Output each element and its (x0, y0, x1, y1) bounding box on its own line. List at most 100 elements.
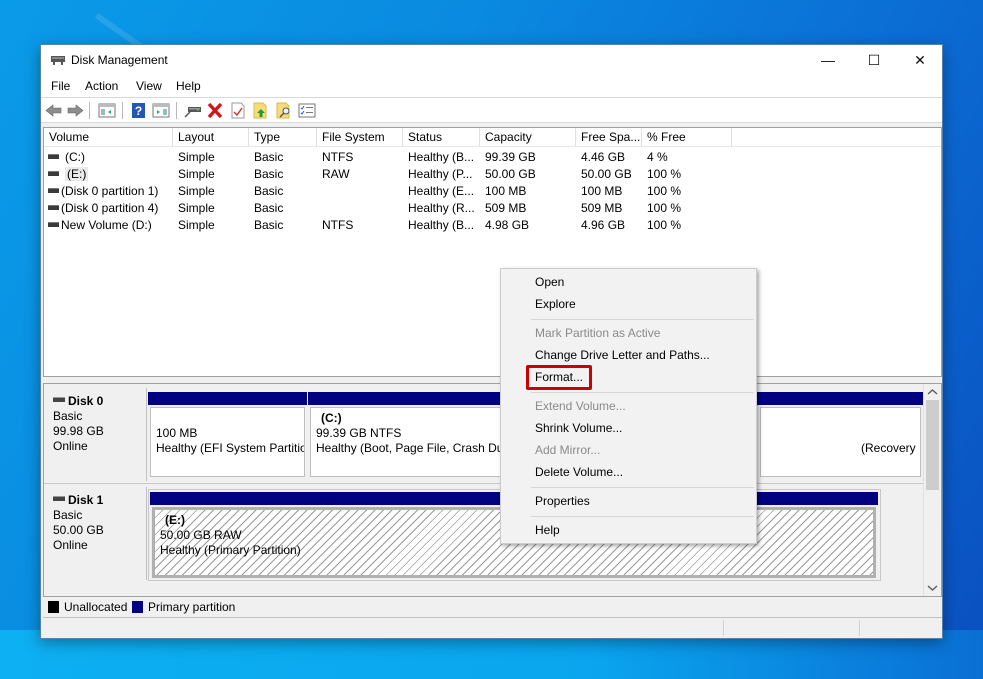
toolbar: ? (41, 97, 942, 123)
free-space-cell: 100 MB (581, 184, 623, 198)
format-highlight-box (526, 365, 592, 390)
disk-size: 99.98 GB (53, 424, 104, 438)
free-space-cell: 50.00 GB (581, 167, 632, 181)
disk-0-label[interactable]: Disk 0 Basic 99.98 GB Online (45, 388, 147, 481)
volume-cell: (E:) (48, 166, 89, 183)
forward-icon[interactable] (66, 102, 84, 119)
scroll-down-icon[interactable] (927, 584, 938, 592)
menu-item-mark-partition-active[interactable]: Mark Partition as Active (535, 323, 660, 343)
primary-partition-swatch (132, 601, 143, 613)
partition-efi[interactable]: 100 MB Healthy (EFI System Partitio (148, 392, 307, 479)
volume-icon (48, 154, 59, 160)
column-header-status[interactable]: Status (403, 128, 480, 146)
close-icon: ✕ (914, 51, 926, 68)
menu-item-add-mirror[interactable]: Add Mirror... (535, 440, 600, 460)
percent-free-cell: 100 % (647, 201, 682, 215)
unallocated-swatch (48, 601, 59, 613)
percent-free-cell: 100 % (647, 184, 682, 198)
column-header-free-space[interactable]: Free Spa... (576, 128, 642, 146)
volume-cell: (Disk 0 partition 1) (48, 183, 158, 200)
properties-list-icon[interactable] (298, 102, 316, 119)
volume-icon (48, 188, 59, 194)
svg-text:?: ? (135, 104, 142, 118)
table-row[interactable]: (C:) Simple Basic NTFS Healthy (B... 99.… (44, 149, 941, 166)
status-cell: Healthy (P... (408, 167, 473, 181)
table-row[interactable]: (Disk 0 partition 1) Simple Basic Health… (44, 183, 941, 200)
status-divider (859, 620, 860, 636)
column-header-type[interactable]: Type (249, 128, 317, 146)
column-header-layout[interactable]: Layout (173, 128, 249, 146)
menu-item-open[interactable]: Open (535, 272, 564, 292)
type-cell: Basic (254, 218, 284, 232)
column-header-capacity[interactable]: Capacity (480, 128, 576, 146)
menu-view[interactable]: View (136, 79, 162, 93)
toolbar-separator (89, 102, 90, 119)
menu-file[interactable]: File (51, 79, 70, 93)
scrollbar-thumb[interactable] (926, 400, 939, 490)
column-header-percent-free[interactable]: % Free (642, 128, 732, 146)
disk-type: Basic (53, 409, 83, 423)
column-header-file-system[interactable]: File System (317, 128, 403, 146)
delete-icon[interactable] (206, 102, 224, 119)
disk-1-label[interactable]: Disk 1 Basic 50.00 GB Online (45, 487, 147, 580)
menu-action[interactable]: Action (85, 79, 118, 93)
vertical-scrollbar[interactable] (923, 384, 941, 596)
menu-bar: File Action View Help (41, 75, 942, 97)
partition-recovery[interactable]: (Recovery Partition) (758, 392, 923, 479)
check-icon[interactable] (229, 102, 247, 119)
menu-item-help[interactable]: Help (535, 520, 560, 540)
disk-name: Disk 0 (68, 394, 104, 408)
help-icon[interactable]: ? (130, 102, 148, 119)
toolbar-separator (176, 102, 177, 119)
menu-separator (531, 487, 754, 488)
partition-bar (758, 392, 923, 405)
minimize-button[interactable]: — (805, 45, 851, 75)
partition-status: Healthy (EFI System Partitio (156, 441, 305, 455)
title-bar: Disk Management — ☐ ✕ (41, 45, 942, 75)
status-cell: Healthy (E... (408, 184, 475, 198)
type-cell: Basic (254, 201, 284, 215)
menu-item-extend-volume[interactable]: Extend Volume... (535, 396, 626, 416)
menu-item-explore[interactable]: Explore (535, 294, 576, 314)
window-title: Disk Management (71, 53, 168, 67)
minimize-icon: — (821, 52, 835, 68)
status-cell: Healthy (B... (408, 150, 475, 164)
menu-help[interactable]: Help (176, 79, 201, 93)
disk-icon (53, 397, 65, 403)
column-header-volume[interactable]: Volume (44, 128, 173, 146)
menu-item-shrink-volume[interactable]: Shrink Volume... (535, 418, 622, 438)
table-row[interactable]: New Volume (D:) Simple Basic NTFS Health… (44, 217, 941, 234)
percent-free-cell: 4 % (647, 150, 668, 164)
context-menu: Open Explore Mark Partition as Active Ch… (500, 268, 757, 544)
connect-disk-icon[interactable] (184, 102, 202, 119)
menu-item-properties[interactable]: Properties (535, 491, 590, 511)
back-icon[interactable] (45, 102, 63, 119)
legend: Unallocated Primary partition (43, 597, 942, 618)
menu-item-delete-volume[interactable]: Delete Volume... (535, 462, 623, 482)
capacity-cell: 509 MB (485, 201, 527, 215)
toolbar-separator (122, 102, 123, 119)
capacity-cell: 99.39 GB (485, 150, 536, 164)
scroll-up-icon[interactable] (927, 388, 938, 396)
show-hide-console-tree-icon[interactable] (98, 102, 116, 119)
percent-free-cell: 100 % (647, 167, 682, 181)
menu-item-change-drive-letter[interactable]: Change Drive Letter and Paths... (535, 345, 710, 365)
maximize-button[interactable]: ☐ (851, 45, 897, 75)
table-row[interactable]: (E:) Simple Basic RAW Healthy (P... 50.0… (44, 166, 941, 183)
partition-body: 100 MB Healthy (EFI System Partitio (150, 407, 305, 477)
disk-management-window: Disk Management — ☐ ✕ File Action View H… (40, 44, 943, 639)
status-cell: Healthy (R... (408, 201, 475, 215)
folder-up-icon[interactable] (252, 102, 270, 119)
show-hide-action-pane-icon[interactable] (152, 102, 170, 119)
type-cell: Basic (254, 150, 284, 164)
disk-type: Basic (53, 508, 83, 522)
volume-cell: New Volume (D:) (48, 217, 152, 234)
folder-search-icon[interactable] (275, 102, 293, 119)
percent-free-cell: 100 % (647, 218, 682, 232)
disk-icon (53, 496, 65, 502)
close-button[interactable]: ✕ (897, 45, 943, 75)
status-bar (41, 618, 942, 638)
capacity-cell: 100 MB (485, 184, 527, 198)
disk-management-app-icon (51, 56, 65, 65)
table-row[interactable]: (Disk 0 partition 4) Simple Basic Health… (44, 200, 941, 217)
